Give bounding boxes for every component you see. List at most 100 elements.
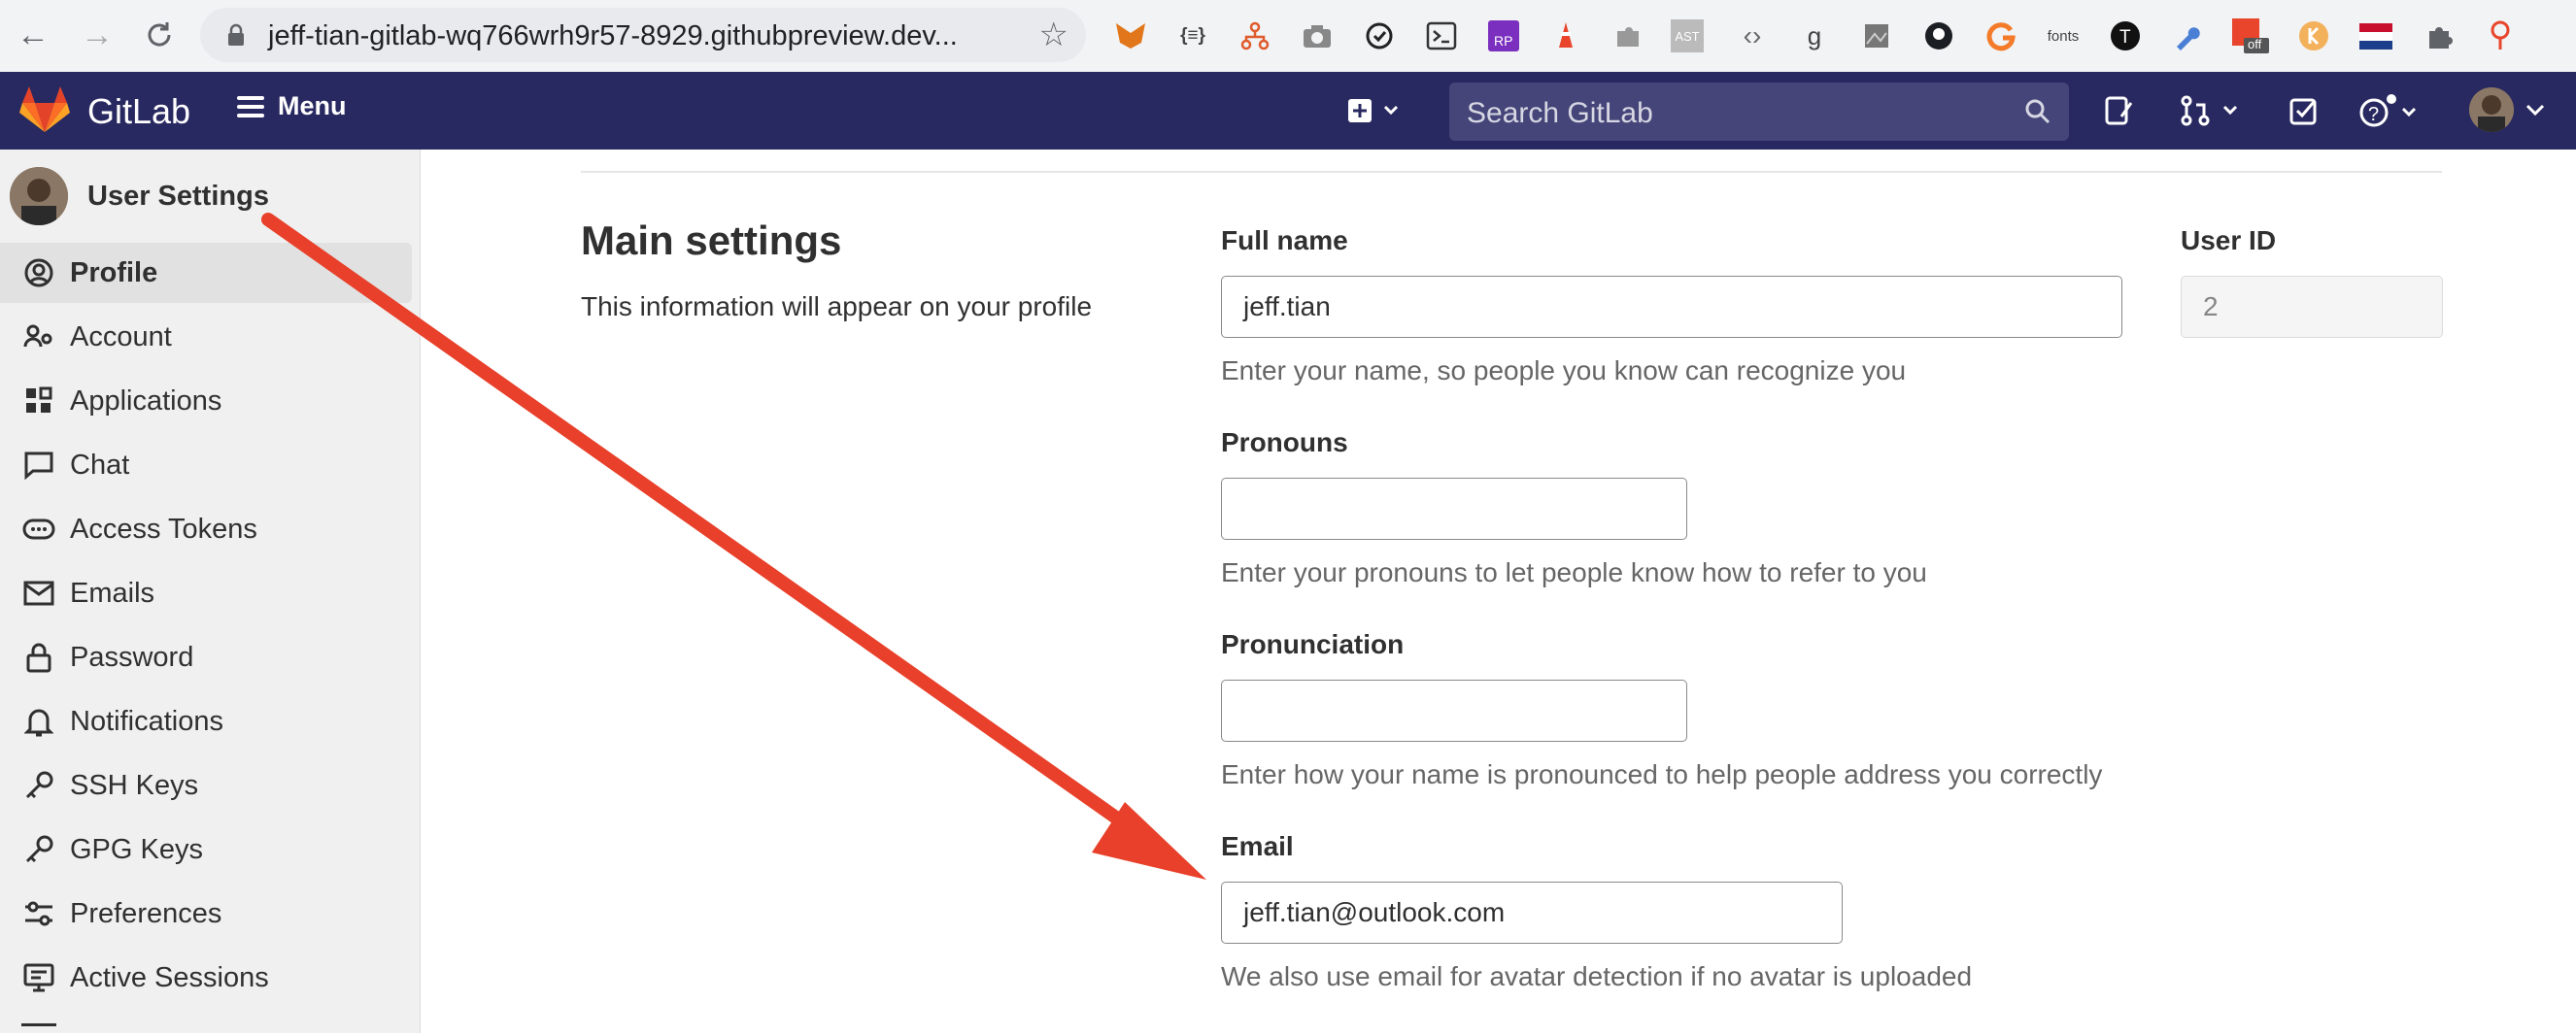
- sidebar-item-label: Emails: [70, 577, 155, 609]
- settings-sidebar: User Settings Profile Account Applicatio…: [0, 150, 421, 1033]
- avatar: [10, 167, 68, 225]
- lighthouse-extension-icon[interactable]: [1546, 17, 1585, 55]
- gitlab-brand[interactable]: GitLab: [87, 91, 190, 132]
- clock-extension-icon[interactable]: [1360, 17, 1399, 55]
- tree-extension-icon[interactable]: [1236, 17, 1274, 55]
- account-icon: [21, 319, 56, 354]
- gitlab-logo-icon[interactable]: [19, 85, 70, 134]
- sidebar-item-label: GPG Keys: [70, 833, 203, 865]
- sidebar-item-notifications[interactable]: Notifications: [0, 691, 412, 752]
- section-title: Main settings: [581, 217, 842, 263]
- pronouns-label: Pronouns: [1221, 427, 1348, 457]
- user-avatar[interactable]: [2469, 87, 2514, 132]
- grammarly-extension-icon[interactable]: [1982, 17, 2020, 55]
- sidebar-item-profile[interactable]: Profile: [0, 243, 412, 303]
- sidebar-item-chat[interactable]: Chat: [0, 435, 412, 495]
- sidebar-item-emails[interactable]: Emails: [0, 563, 412, 623]
- merge-request-icon: [2181, 95, 2238, 126]
- sidebar-item-label: SSH Keys: [70, 769, 199, 801]
- lock-icon: [21, 640, 56, 675]
- json-extension-icon[interactable]: {≡}: [1173, 17, 1212, 55]
- code-extension-icon[interactable]: ‹›: [1733, 17, 1772, 55]
- mail-icon: [21, 576, 56, 611]
- pronouns-input[interactable]: [1221, 478, 1687, 540]
- off-extension-icon[interactable]: off: [2230, 17, 2269, 55]
- extensions-puzzle-icon[interactable]: [2419, 17, 2457, 55]
- new-item-dropdown[interactable]: [1346, 93, 1401, 128]
- svg-text:?: ?: [2368, 104, 2379, 125]
- pronunciation-input[interactable]: [1221, 680, 1687, 742]
- help-icon: ?: [2359, 94, 2417, 127]
- section-description: This information will appear on your pro…: [581, 291, 1093, 321]
- forward-icon[interactable]: →: [76, 14, 119, 56]
- help-dropdown[interactable]: ?: [2358, 93, 2428, 128]
- pronunciation-label: Pronunciation: [1221, 629, 1405, 659]
- sidebar-item-label: Profile: [70, 256, 158, 288]
- email-label: Email: [1221, 831, 1294, 861]
- token-icon: [21, 512, 56, 547]
- sidebar-item-label: Account: [70, 320, 172, 352]
- reload-icon[interactable]: [138, 14, 181, 56]
- chevron-down-icon[interactable]: [2525, 93, 2545, 128]
- fonts-extension-icon[interactable]: fonts: [2044, 17, 2083, 55]
- todos-icon[interactable]: [2288, 93, 2320, 128]
- sidebar-next-item-icon: [21, 1023, 56, 1036]
- fox-extension-icon[interactable]: [1111, 17, 1150, 55]
- search-icon: [2025, 99, 2051, 124]
- bookmark-star-icon[interactable]: ☆: [1039, 16, 1068, 54]
- pin-extension-icon[interactable]: [2481, 17, 2520, 55]
- sidebar-item-account[interactable]: Account: [0, 307, 412, 367]
- sidebar-item-active-sessions[interactable]: Active Sessions: [0, 948, 412, 1008]
- url-text: jeff-tian-gitlab-wq766wrh9r57-8929.githu…: [268, 20, 958, 51]
- sidebar-item-label: Applications: [70, 384, 222, 417]
- full-name-label: Full name: [1221, 225, 1348, 255]
- wrench-extension-icon[interactable]: [2168, 17, 2207, 55]
- ast-extension-icon[interactable]: AST: [1671, 19, 1704, 52]
- profile-icon: [21, 255, 56, 290]
- sidebar-item-password[interactable]: Password: [0, 627, 412, 687]
- image-extension-icon[interactable]: [1857, 17, 1896, 55]
- sidebar-context-header[interactable]: User Settings: [10, 167, 269, 225]
- search-input[interactable]: Search GitLab: [1449, 83, 2069, 141]
- search-placeholder: Search GitLab: [1467, 97, 1653, 129]
- k-extension-icon[interactable]: [2294, 17, 2333, 55]
- gitlab-header: GitLab Menu Search GitLab ?: [0, 72, 2576, 150]
- key-icon: [21, 768, 56, 803]
- svg-text:RP: RP: [1494, 33, 1512, 49]
- plus-square-icon: [1348, 99, 1399, 122]
- terminal-extension-icon[interactable]: [1422, 17, 1461, 55]
- sidebar-item-preferences[interactable]: Preferences: [0, 884, 412, 944]
- sidebar-item-applications[interactable]: Applications: [0, 371, 412, 431]
- back-icon[interactable]: ←: [12, 14, 54, 56]
- menu-button[interactable]: Menu: [237, 91, 347, 121]
- browser-toolbar: ← → jeff-tian-gitlab-wq766wrh9r57-8929.g…: [0, 0, 2576, 73]
- sidebar-item-label: Password: [70, 641, 194, 673]
- rp-extension-icon[interactable]: RP: [1484, 17, 1523, 55]
- sidebar-item-access-tokens[interactable]: Access Tokens: [0, 499, 412, 559]
- chat-icon: [21, 448, 56, 483]
- t-extension-icon[interactable]: T: [2106, 17, 2145, 55]
- g-extension-icon[interactable]: g: [1795, 17, 1834, 55]
- puzzle-gray-extension-icon[interactable]: [1609, 17, 1647, 55]
- full-name-input[interactable]: jeff.tian: [1221, 276, 2122, 338]
- flag-extension-icon[interactable]: [2356, 17, 2395, 55]
- lock-icon: [228, 23, 244, 46]
- sidebar-item-gpg-keys[interactable]: GPG Keys: [0, 819, 412, 880]
- camera-extension-icon[interactable]: [1298, 17, 1337, 55]
- divider: [581, 171, 2442, 173]
- sidebar-item-label: Chat: [70, 449, 130, 481]
- key-icon: [21, 832, 56, 867]
- hamburger-icon: [237, 95, 264, 117]
- address-bar[interactable]: jeff-tian-gitlab-wq766wrh9r57-8929.githu…: [200, 8, 1086, 62]
- bell-icon: [21, 704, 56, 739]
- pronouns-help: Enter your pronouns to let people know h…: [1221, 557, 1927, 587]
- issues-icon[interactable]: [2104, 93, 2135, 128]
- sidebar-item-ssh-keys[interactable]: SSH Keys: [0, 755, 412, 816]
- email-field[interactable]: jeff.tian@outlook.com: [1221, 882, 1843, 944]
- svg-text:T: T: [2119, 27, 2131, 48]
- sidebar-item-label: Preferences: [70, 897, 222, 929]
- user-id-label: User ID: [2181, 225, 2277, 255]
- merge-requests-dropdown[interactable]: [2180, 93, 2244, 128]
- menu-label: Menu: [278, 91, 347, 120]
- github-extension-icon[interactable]: [1919, 17, 1958, 55]
